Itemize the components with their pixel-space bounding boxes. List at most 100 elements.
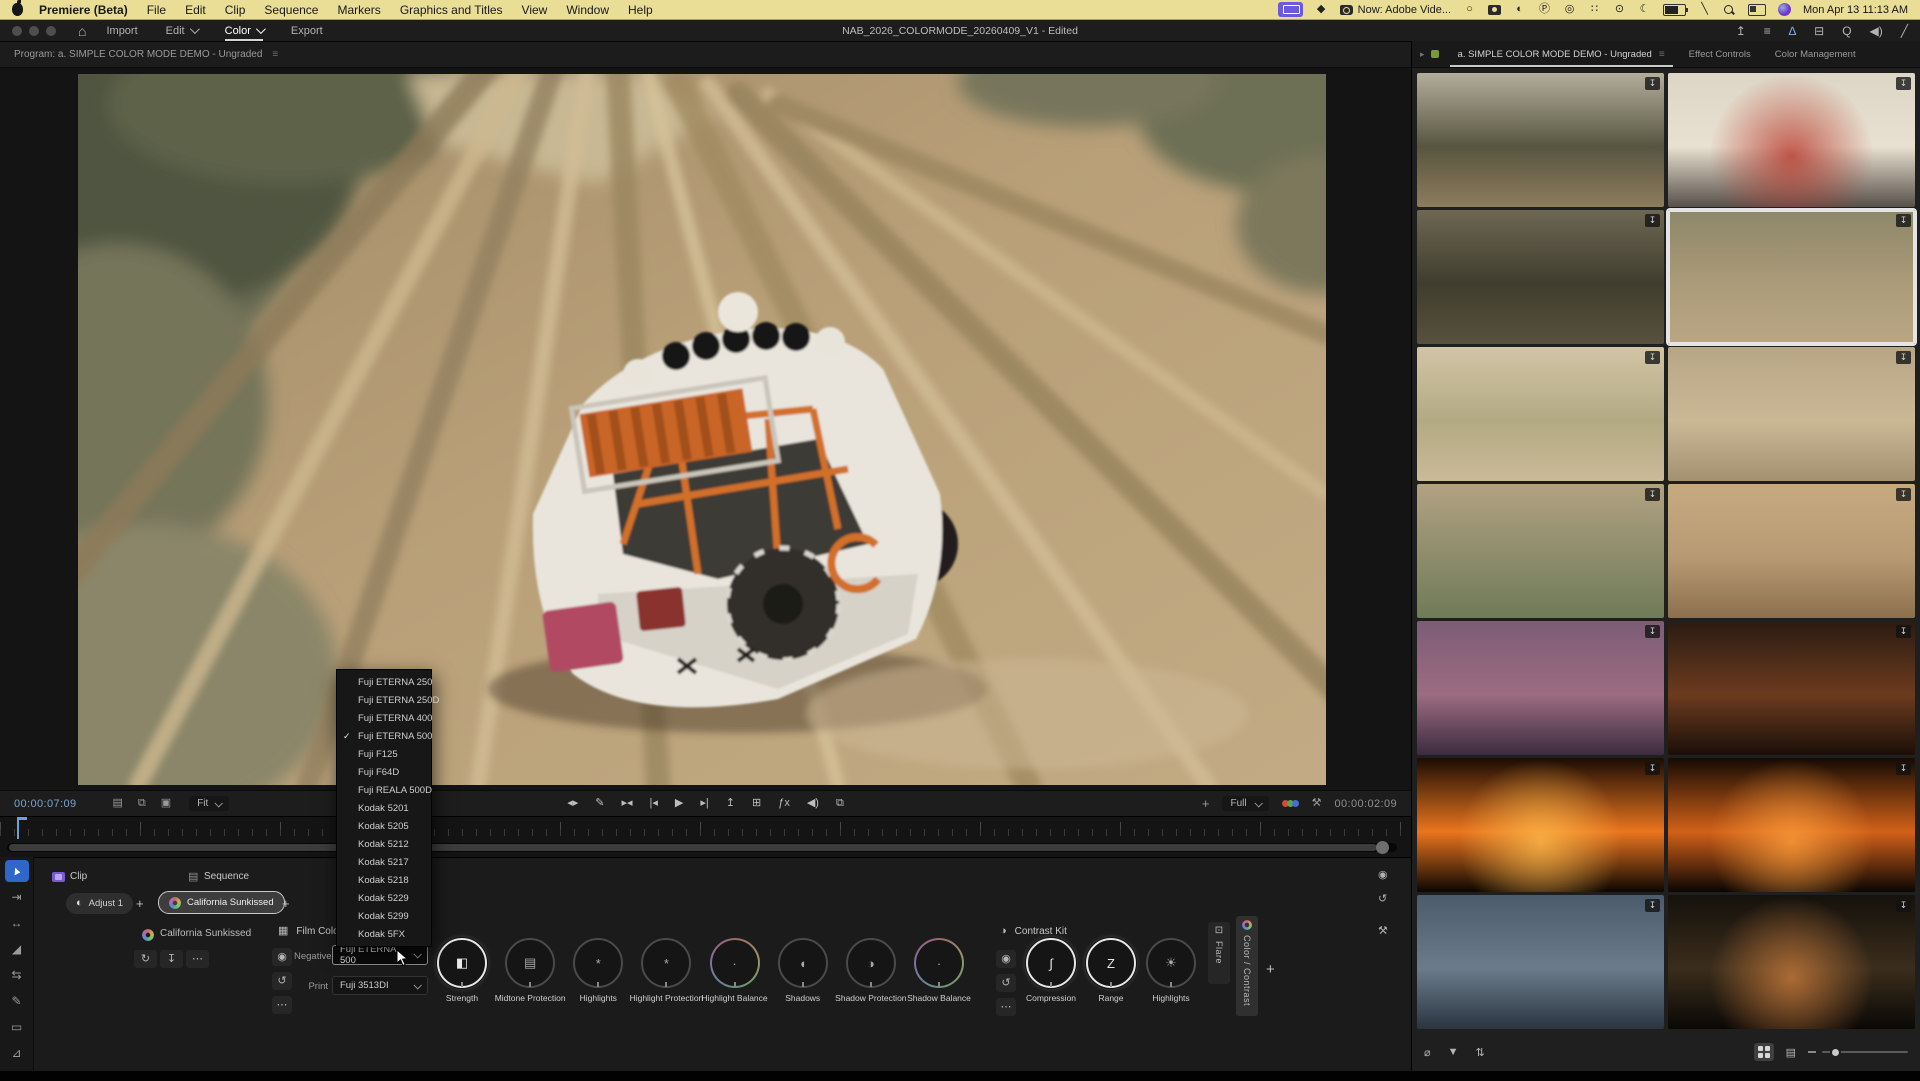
panel-menu-icon[interactable]: ≡ — [272, 49, 278, 60]
settings-icon[interactable]: ▤ — [113, 798, 123, 809]
highlights-wheel[interactable]: * Highlights — [564, 938, 632, 1003]
woman-blue-dusk-thumb[interactable]: ↧ — [1417, 895, 1664, 1029]
selection-tool[interactable]: ▲ — [5, 860, 29, 882]
film-stock-option[interactable]: ✓ Fuji ETERNA 500 — [337, 727, 431, 745]
shadows-wheel[interactable]: ◖ Shadows — [769, 938, 837, 1003]
color-management-icon[interactable] — [1282, 800, 1299, 807]
slip-tool[interactable]: ⇆ — [5, 964, 29, 986]
shadow-balance-wheel[interactable]: · Shadow Balance — [905, 938, 973, 1003]
focus-moon-icon[interactable]: ☾ — [1638, 3, 1651, 17]
ripple-edit-tool[interactable]: ↔ — [5, 912, 29, 934]
marker-icon[interactable]: ✎ — [595, 798, 604, 809]
film-stock-option[interactable]: ✓ Fuji F125 — [337, 745, 431, 763]
contrast-kit-visibility-button[interactable]: ◉ — [996, 950, 1016, 968]
campfire-closeup-thumb[interactable]: ↧ — [1417, 758, 1664, 892]
save-preset-button[interactable]: ↧ — [160, 950, 183, 968]
menu-item[interactable]: Markers — [337, 3, 380, 17]
minimize-window-button[interactable] — [29, 26, 39, 36]
sequence-preset-pill[interactable]: California Sunkissed — [158, 891, 285, 914]
contrast-kit-more-button[interactable]: ⋯ — [996, 998, 1016, 1016]
film-stock-option[interactable]: ✓ Fuji ETERNA 250 — [337, 673, 431, 691]
add-button[interactable]: + — [1202, 797, 1210, 810]
menu-item[interactable]: File — [147, 3, 166, 17]
parallels-icon[interactable]: Ⓟ — [1538, 3, 1551, 17]
menu-item[interactable]: View — [522, 3, 548, 17]
menu-item[interactable]: Help — [628, 3, 653, 17]
color-contrast-tab[interactable]: Color / Contrast — [1236, 916, 1258, 1016]
add-effect-button[interactable]: + — [1266, 962, 1275, 977]
mountain-road-thumb[interactable]: ↧ — [1417, 73, 1664, 207]
record-icon[interactable]: ◎ — [1563, 3, 1576, 17]
clip-tab[interactable]: Clip — [70, 871, 87, 882]
close-window-button[interactable] — [12, 26, 22, 36]
print-dropdown[interactable]: Fuji 3513DI — [332, 976, 428, 995]
workspace-tab[interactable]: Edit — [166, 20, 197, 41]
panel-menu-icon[interactable]: ≡ — [1659, 49, 1665, 60]
panel-reset-icon[interactable]: ↺ — [1378, 894, 1387, 905]
menu-item[interactable]: Graphics and Titles — [400, 3, 503, 17]
annotate-icon[interactable]: ╱ — [1901, 25, 1908, 37]
add-adjust-button[interactable]: + — [136, 897, 144, 910]
film-color-visibility-button[interactable]: ◉ — [272, 948, 292, 966]
dark-ridge-sunset-thumb[interactable]: ↧ — [1668, 895, 1915, 1029]
hide-media-icon[interactable]: ⌀ — [1424, 1046, 1431, 1059]
now-playing[interactable]: Now: Adobe Vide... — [1340, 4, 1451, 16]
add-sequence-preset-button[interactable]: + — [282, 897, 290, 910]
menu-item[interactable]: Edit — [185, 3, 206, 17]
mountain-stream-thumb[interactable]: ↧ — [1417, 484, 1664, 618]
sync-button[interactable]: ↻ — [134, 950, 157, 968]
highlight-protection-wheel[interactable]: * Highlight Protection — [632, 938, 700, 1003]
workspace-tab[interactable]: Import — [106, 20, 137, 41]
strength-wheel[interactable]: ◧ Strength — [428, 938, 496, 1003]
film-stock-option[interactable]: ✓ Fuji ETERNA 250D — [337, 691, 431, 709]
film-stock-option[interactable]: ✓ Kodak 5299 — [337, 907, 431, 925]
buggy-dirt-road-thumb[interactable]: ↧ — [1668, 484, 1915, 618]
ring-icon[interactable]: ○ — [1463, 3, 1476, 17]
go-to-in-icon[interactable]: ◂▸ — [567, 798, 578, 809]
pen-slash-icon[interactable]: ╲ — [1698, 3, 1711, 17]
film-stock-option[interactable]: ✓ Kodak 5218 — [337, 871, 431, 889]
ck-highlights-wheel[interactable]: ☀ Highlights — [1142, 938, 1200, 1003]
buggy-rear-road-thumb[interactable]: ↧ — [1668, 210, 1915, 344]
menu-item[interactable]: Window — [566, 3, 609, 17]
target-icon[interactable]: ⊙ — [1613, 3, 1626, 17]
audio-icon[interactable]: ◀) — [807, 798, 819, 809]
hand-tool[interactable]: ▭ — [5, 1016, 29, 1038]
menu-item[interactable]: Premiere (Beta) — [39, 3, 128, 17]
panel-caret-icon[interactable]: ▸ — [1420, 49, 1425, 60]
compare-view-icon[interactable]: ⧉ — [836, 798, 844, 809]
desert-hills-thumb[interactable]: ↧ — [1417, 347, 1664, 481]
panel-tab[interactable]: a. SIMPLE COLOR MODE DEMO - Ungraded ≡ — [1446, 41, 1677, 67]
sort-icon[interactable]: ⇅ — [1476, 1046, 1485, 1059]
valley-road-thumb[interactable]: ↧ — [1417, 210, 1664, 344]
midtone-protection-wheel[interactable]: ▤ Midtone Protection — [496, 938, 564, 1003]
screen-mirroring-icon[interactable] — [1278, 2, 1303, 17]
film-color-reset-button[interactable]: ↺ — [272, 972, 292, 990]
siri-icon[interactable] — [1778, 3, 1791, 16]
camera-icon[interactable] — [1488, 5, 1501, 15]
rally-car-night-thumb[interactable]: ↧ — [1668, 621, 1915, 755]
film-color-more-button[interactable]: ⋯ — [272, 996, 292, 1014]
panel-visibility-icon[interactable]: ◉ — [1378, 870, 1388, 881]
type-tool[interactable]: ⊿ — [5, 1042, 29, 1064]
battery-icon[interactable] — [1663, 4, 1686, 16]
apple-menu-icon[interactable] — [12, 3, 23, 16]
sequence-tab[interactable]: Sequence — [204, 871, 249, 882]
display-mode-icon[interactable]: ◐ — [1513, 3, 1526, 17]
step-back-icon[interactable]: |◂ — [650, 798, 658, 809]
compression-wheel[interactable]: ∫ Compression — [1022, 938, 1080, 1003]
settings-grid-icon[interactable]: ⊞ — [752, 798, 761, 809]
plugin-icon[interactable]: ◆ — [1315, 3, 1328, 17]
safe-margins-icon[interactable]: ▣ — [161, 798, 171, 809]
film-stock-option[interactable]: ✓ Kodak 5201 — [337, 799, 431, 817]
contrast-kit-reset-button[interactable]: ↺ — [996, 974, 1016, 992]
home-icon[interactable]: ⌂ — [78, 24, 86, 38]
grid-view-button[interactable] — [1754, 1043, 1774, 1061]
beta-feedback-icon[interactable]: ∆ — [1789, 25, 1796, 37]
filter-icon[interactable]: ▼ — [1448, 1046, 1459, 1059]
adjust-layer-pill[interactable]: ◐ Adjust 1 — [66, 893, 133, 914]
playback-resolution-dropdown[interactable]: Full — [1222, 796, 1268, 811]
razor-tool[interactable]: ◢ — [5, 938, 29, 960]
scrollbar-knob[interactable] — [1376, 841, 1389, 854]
go-to-out-icon[interactable]: ▸◂ — [621, 798, 632, 809]
